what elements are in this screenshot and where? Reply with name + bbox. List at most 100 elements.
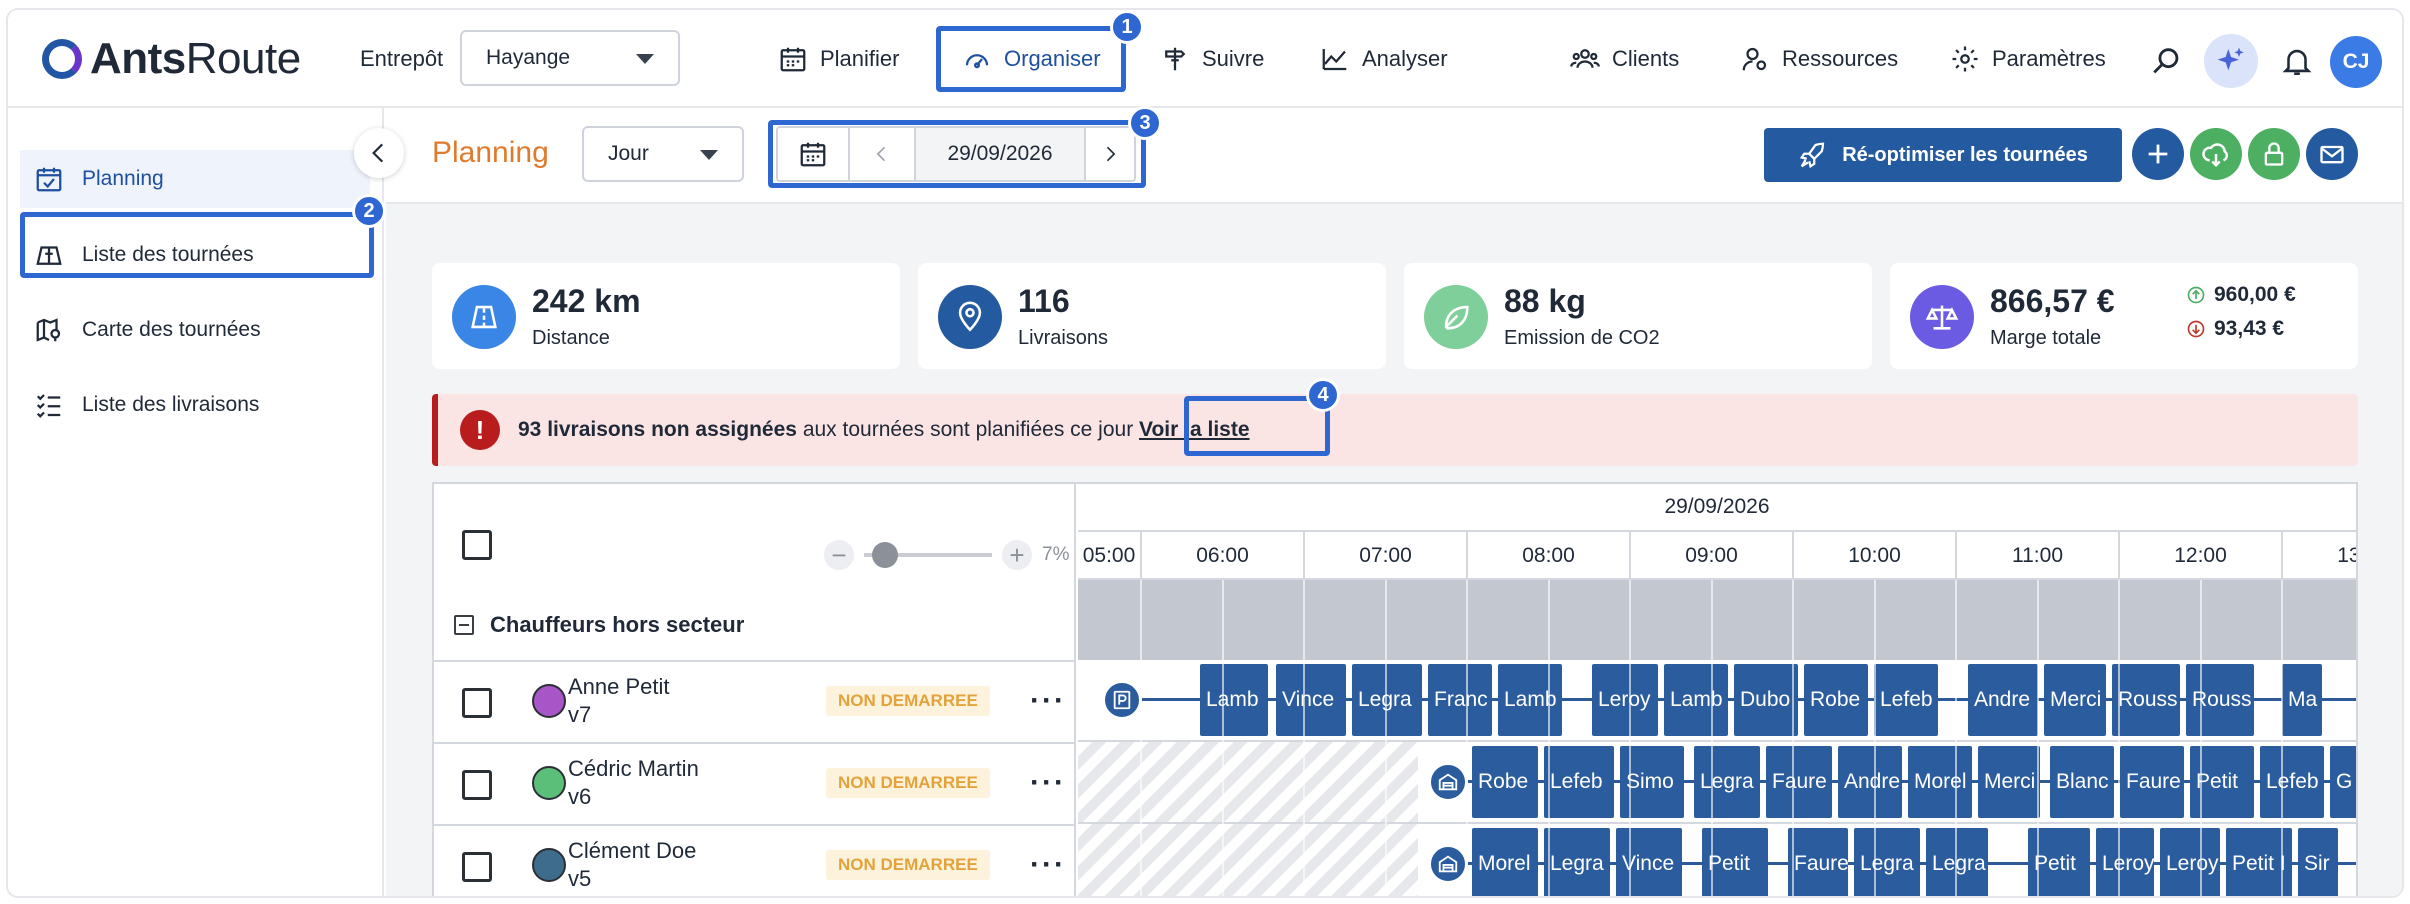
drivers-column: − + 7% Chauffeurs hors secteur Anne Peti…	[434, 484, 1076, 896]
search-icon[interactable]	[2150, 44, 2184, 78]
nav-planifier[interactable]: Planifier	[778, 30, 899, 88]
delivery-stop[interactable]: Rouss	[2112, 664, 2180, 736]
driver-row[interactable]: Anne Petit v7 NON DEMARREE ···	[434, 662, 1076, 742]
kpi-distance: 242 km Distance	[432, 263, 900, 369]
delivery-stop[interactable]: Legra	[1854, 828, 1920, 896]
delivery-stop[interactable]: Faure	[2120, 746, 2184, 818]
delivery-stop[interactable]: Merci	[1978, 746, 2040, 818]
sidebar-item-planning[interactable]: Planning	[20, 150, 370, 208]
sidebar-collapse-button[interactable]	[354, 128, 404, 178]
lock-button[interactable]	[2248, 128, 2300, 180]
delivery-stop[interactable]: Robe	[1804, 664, 1868, 736]
email-button[interactable]	[2306, 128, 2358, 180]
delivery-stop[interactable]: Blanc	[2050, 746, 2114, 818]
user-avatar[interactable]: CJ	[2330, 36, 2382, 88]
delivery-stop[interactable]: Leroy	[2096, 828, 2154, 896]
zoom-slider[interactable]	[864, 542, 992, 568]
delivery-stop[interactable]: Legra	[1544, 828, 1610, 896]
nav-suivre[interactable]: Suivre	[1160, 30, 1264, 88]
zoom-out-button[interactable]: −	[824, 540, 854, 570]
delivery-stop[interactable]: Lamb	[1498, 664, 1562, 736]
zoom-slider-knob[interactable]	[872, 542, 898, 568]
delivery-stop[interactable]: Dubo	[1734, 664, 1798, 736]
delivery-stop[interactable]: Lefeb	[2260, 746, 2324, 818]
delivery-stop[interactable]: Andre	[1838, 746, 1902, 818]
select-all-checkbox[interactable]	[462, 530, 492, 560]
driver-row[interactable]: Cédric Martin v6 NON DEMARREE ···	[434, 744, 1076, 824]
delivery-stop[interactable]: Robe	[1472, 746, 1538, 818]
voir-la-liste-link[interactable]: Voir la liste	[1139, 418, 1250, 441]
driver-checkbox[interactable]	[462, 770, 492, 800]
alert-bold: 93 livraisons non assignées	[518, 418, 797, 441]
nav-parametres[interactable]: Paramètres	[1950, 30, 2106, 88]
delivery-stop[interactable]: G	[2330, 746, 2356, 818]
zoom-in-button[interactable]: +	[1002, 540, 1032, 570]
sidebar-item-liste-livraisons[interactable]: Liste des livraisons	[20, 376, 370, 434]
margin-up-value: 960,00 €	[2214, 283, 2296, 306]
exclamation-icon: !	[460, 410, 500, 450]
delivery-stop[interactable]: Ma	[2282, 664, 2322, 736]
grid-line	[1955, 580, 1957, 896]
sidebar-item-carte-tournees[interactable]: Carte des tournées	[20, 301, 370, 359]
reoptimize-label: Ré-optimiser les tournées	[1842, 143, 2088, 166]
delivery-stop[interactable]: Rouss	[2186, 664, 2254, 736]
delivery-stop[interactable]: Sir	[2298, 828, 2338, 896]
delivery-stop[interactable]: Morel	[1472, 828, 1538, 896]
delivery-stop[interactable]: Legra	[1352, 664, 1422, 736]
reoptimize-button[interactable]: Ré-optimiser les tournées	[1764, 128, 2122, 182]
entrepot-select[interactable]: Hayange	[460, 30, 680, 86]
parking-icon[interactable]	[1102, 680, 1142, 720]
more-options-icon[interactable]: ···	[1030, 684, 1066, 718]
driver-vehicle: v6	[568, 784, 592, 809]
nav-organiser[interactable]: Organiser	[962, 30, 1101, 88]
delivery-stop[interactable]: Leroy	[2160, 828, 2220, 896]
delivery-stop[interactable]: Lamb	[1200, 664, 1268, 736]
arrow-down-circle-icon	[2187, 320, 2205, 338]
delivery-stop[interactable]: Vince	[1616, 828, 1682, 896]
delivery-stop[interactable]: Faure	[1766, 746, 1832, 818]
more-options-icon[interactable]: ···	[1030, 848, 1066, 882]
delivery-stop[interactable]: Legra	[1694, 746, 1760, 818]
grid-line	[1303, 580, 1305, 896]
bell-icon[interactable]	[2280, 44, 2314, 78]
calendar-button[interactable]	[778, 128, 850, 180]
date-navigator: 29/09/2026	[776, 126, 1136, 182]
date-display[interactable]: 29/09/2026	[916, 128, 1086, 180]
nav-ressources[interactable]: Ressources	[1740, 30, 1898, 88]
group-header[interactable]: Chauffeurs hors secteur	[454, 612, 744, 638]
kpi-co2: 88 kg Emission de CO2	[1404, 263, 1872, 369]
logo[interactable]: AntsRoute	[42, 34, 301, 84]
map-pin-icon	[36, 318, 61, 342]
delivery-stop[interactable]: Legra	[1926, 828, 1988, 896]
nav-label: Suivre	[1202, 46, 1265, 71]
delivery-stop[interactable]: Lefeb	[1874, 664, 1938, 736]
delivery-stop[interactable]: Vince	[1276, 664, 1346, 736]
grid-line	[2118, 580, 2120, 896]
delivery-stop[interactable]: Andre	[1968, 664, 2038, 736]
collapse-group-icon[interactable]	[454, 615, 474, 635]
delivery-stop[interactable]: Franc	[1428, 664, 1492, 736]
add-button[interactable]	[2132, 128, 2184, 180]
delivery-stop[interactable]: Leroy	[1592, 664, 1658, 736]
nav-analyser[interactable]: Analyser	[1320, 30, 1448, 88]
delivery-stop[interactable]: Faure	[1788, 828, 1848, 896]
driver-row[interactable]: Clément Doe v5 NON DEMARREE ···	[434, 826, 1076, 896]
previous-day-button[interactable]	[850, 128, 916, 180]
next-day-button[interactable]	[1086, 128, 1134, 180]
warehouse-icon[interactable]	[1428, 844, 1468, 884]
delivery-stop[interactable]: Merci	[2044, 664, 2106, 736]
warehouse-icon[interactable]	[1428, 762, 1468, 802]
ai-assistant-button[interactable]	[2204, 34, 2258, 88]
driver-checkbox[interactable]	[462, 688, 492, 718]
delivery-stop[interactable]: Morel	[1908, 746, 1972, 818]
view-select[interactable]: Jour	[582, 126, 744, 182]
delivery-stop[interactable]: Lamb	[1664, 664, 1728, 736]
nav-clients[interactable]: Clients	[1570, 30, 1679, 88]
cloud-download-button[interactable]	[2190, 128, 2242, 180]
kpi-label: Emission de CO2	[1504, 327, 1660, 349]
delivery-stop[interactable]: Lefeb	[1544, 746, 1614, 818]
driver-checkbox[interactable]	[462, 852, 492, 882]
sidebar-item-liste-tournees[interactable]: Liste des tournées	[20, 226, 370, 284]
location-pin-icon	[938, 285, 1002, 349]
more-options-icon[interactable]: ···	[1030, 766, 1066, 800]
